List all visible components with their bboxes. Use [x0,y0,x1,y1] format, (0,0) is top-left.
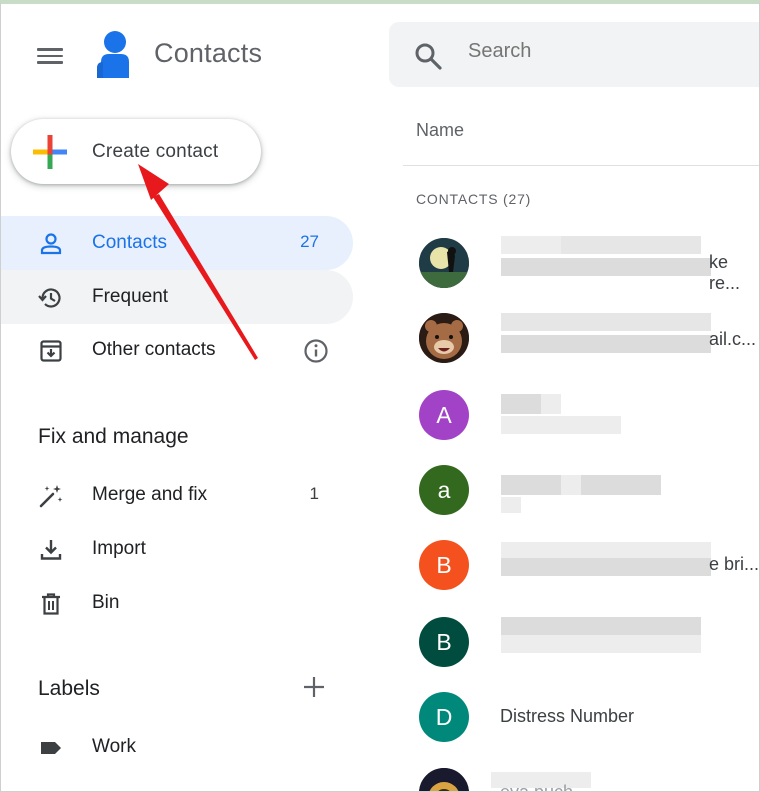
contacts-logo-icon [97,31,129,78]
contact-letter-avatar: a [419,465,469,515]
download-box-icon [40,340,62,362]
fix-and-manage-heading: Fix and manage [38,425,189,448]
app-title: Contacts [154,38,263,68]
nav-item-contacts[interactable]: Contacts 27 [1,216,353,270]
nav-item-label-work[interactable]: Work [1,720,353,774]
nav-label-import: Import [92,538,146,559]
nav-label-contacts: Contacts [92,232,167,253]
nav-label-work: Work [92,736,136,757]
person-icon [40,233,62,255]
nav-item-merge-and-fix[interactable]: Merge and fix 1 [1,468,353,522]
contact-name-fragment: e bri... [709,554,760,574]
label-icon [41,742,61,754]
search-icon[interactable] [413,41,443,71]
contact-name-fragment: ke re... [709,252,741,293]
contact-row[interactable]: eva puch [403,756,759,792]
nav-item-import[interactable]: Import [1,522,353,576]
nav-label-merge-and-fix: Merge and fix [92,484,208,505]
contacts-count-badge: 27 [300,232,319,251]
contact-row[interactable]: ke re... [403,226,759,298]
contact-row[interactable]: a [403,453,759,525]
contact-name: Distress Number [500,706,635,726]
trash-icon [42,593,60,615]
history-icon [38,288,61,308]
contact-photo-avatar [419,313,469,363]
main-menu-icon[interactable] [37,44,65,66]
name-column-header[interactable]: Name [416,120,464,141]
nav-label-bin: Bin [92,592,120,613]
contact-row[interactable]: A [403,378,759,450]
contact-name-fragment: eva puch [500,782,574,792]
contact-row[interactable]: D Distress Number [403,680,759,752]
contact-letter-avatar: B [419,540,469,590]
contact-letter-avatar: D [419,692,469,742]
contact-photo-avatar [419,238,469,288]
contacts-app-window: Contacts Create contact Contacts 27 F [0,0,760,792]
add-label-icon[interactable] [301,674,327,700]
magic-wand-icon [39,485,63,508]
contact-letter-avatar: A [419,390,469,440]
contact-name-fragment: ail.c... [709,329,757,349]
nav-label-frequent: Frequent [92,286,169,307]
contact-letter-avatar: B [419,617,469,667]
labels-heading: Labels [38,677,100,700]
merge-count-badge: 1 [309,484,319,503]
plus-colored-icon [33,135,67,169]
contact-row[interactable]: ail.c... [403,301,759,373]
search-input[interactable] [468,40,728,63]
nav-item-bin[interactable]: Bin [1,576,353,630]
import-icon [40,540,62,560]
header-divider [403,165,759,166]
create-contact-button[interactable]: Create contact [11,119,261,184]
nav-label-other-contacts: Other contacts [92,339,216,360]
contact-row[interactable]: B [403,605,759,677]
create-contact-label: Create contact [92,141,219,162]
info-icon[interactable] [303,338,329,364]
nav-item-frequent[interactable]: Frequent [1,270,353,324]
nav-item-other-contacts[interactable]: Other contacts [1,323,353,377]
contact-photo-avatar [419,768,469,791]
contacts-section-label: CONTACTS (27) [416,191,532,207]
contact-row[interactable]: B e bri... [403,528,760,600]
